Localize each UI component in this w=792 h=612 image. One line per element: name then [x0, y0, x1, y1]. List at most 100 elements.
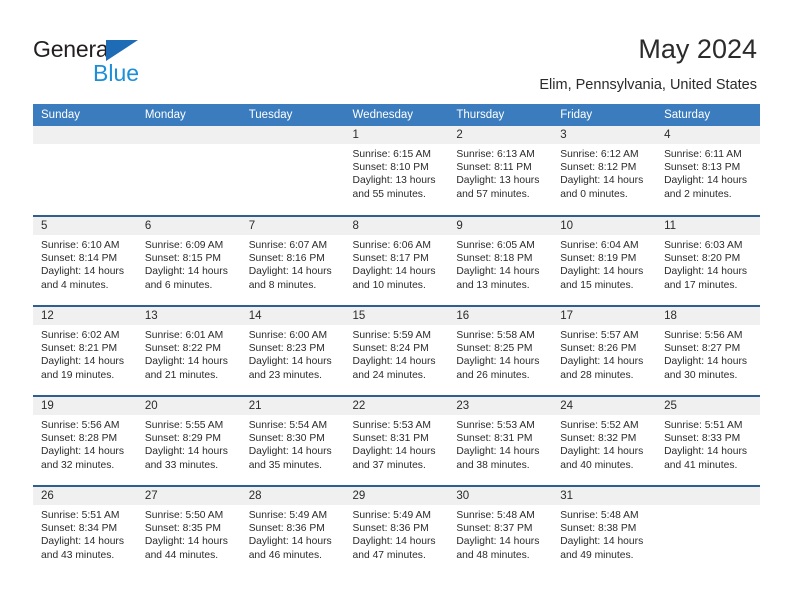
sunset-text: Sunset: 8:37 PM: [456, 523, 533, 535]
daylight-text-line2: and 0 minutes.: [560, 188, 628, 200]
daylight-text-line1: Daylight: 14 hours: [248, 356, 332, 368]
calendar-day-cell[interactable]: 25 Sunrise: 5:51 AM Sunset: 8:33 PM Dayligh…: [656, 395, 760, 486]
calendar-day-cell[interactable]: 9 Sunrise: 6:05 AM Sunset: 8:18 PM Daylight…: [448, 215, 553, 306]
sunset-text: Sunset: 8:31 PM: [456, 433, 533, 445]
day-sun-info: Sunrise: 5:52 AM Sunset: 8:32 PM Daylight:…: [552, 415, 656, 472]
day-sun-info: Sunrise: 5:58 AM Sunset: 8:25 PM Daylight:…: [448, 325, 552, 382]
calendar-day-cell[interactable]: 18 Sunrise: 5:56 AM Sunset: 8:27 PM Dayligh…: [656, 305, 760, 396]
calendar-week-row: 1 Sunrise: 6:15 AM Sunset: 8:10 PM Daylight…: [33, 126, 760, 216]
daylight-text-line2: and 49 minutes.: [560, 549, 634, 561]
calendar-day-cell[interactable]: 23 Sunrise: 5:53 AM Sunset: 8:31 PM Dayligh…: [448, 395, 553, 486]
calendar-day-cell[interactable]: 21 Sunrise: 5:54 AM Sunset: 8:30 PM Dayligh…: [240, 395, 345, 486]
day-sun-info: Sunrise: 6:06 AM Sunset: 8:17 PM Daylight:…: [345, 235, 449, 292]
daylight-text-line1: Daylight: 14 hours: [456, 536, 540, 548]
calendar-day-cell[interactable]: 24 Sunrise: 5:52 AM Sunset: 8:32 PM Dayligh…: [552, 395, 657, 486]
logo-text-blue: Blue: [93, 60, 140, 86]
calendar-header-row: Sunday Monday Tuesday Wednesday Thursday…: [33, 104, 760, 126]
sunrise-text: Sunrise: 5:49 AM: [352, 510, 431, 521]
day-sun-info: Sunrise: 5:53 AM Sunset: 8:31 PM Daylight:…: [448, 415, 552, 472]
page-title: May 2024: [638, 34, 757, 64]
daylight-text-line1: Daylight: 14 hours: [248, 266, 332, 278]
calendar-day-cell[interactable]: 12 Sunrise: 6:02 AM Sunset: 8:21 PM Dayligh…: [33, 305, 137, 396]
daylight-text-line1: Daylight: 13 hours: [352, 175, 436, 187]
sunset-text: Sunset: 8:17 PM: [352, 253, 429, 265]
calendar-day-cell[interactable]: 30 Sunrise: 5:48 AM Sunset: 8:37 PM Dayligh…: [448, 485, 553, 576]
day-sun-info: Sunrise: 6:12 AM Sunset: 8:12 PM Daylight:…: [552, 144, 656, 201]
calendar-day-cell[interactable]: 4 Sunrise: 6:11 AM Sunset: 8:13 PM Daylight…: [656, 126, 760, 216]
weekday-header-tuesday: Tuesday: [240, 104, 345, 126]
calendar-day-cell[interactable]: 20 Sunrise: 5:55 AM Sunset: 8:29 PM Dayligh…: [136, 395, 241, 486]
daylight-text-line2: and 15 minutes.: [560, 279, 634, 291]
calendar-day-cell[interactable]: 26 Sunrise: 5:51 AM Sunset: 8:34 PM Dayligh…: [33, 485, 137, 576]
calendar-day-cell-empty: [33, 126, 137, 216]
sunrise-text: Sunrise: 5:48 AM: [560, 510, 639, 521]
calendar-day-cell[interactable]: 13 Sunrise: 6:01 AM Sunset: 8:22 PM Dayligh…: [136, 305, 241, 396]
logo-text-general: General: [33, 36, 114, 62]
calendar-day-cell[interactable]: 28 Sunrise: 5:49 AM Sunset: 8:36 PM Dayligh…: [240, 485, 345, 576]
calendar-day-cell[interactable]: 5 Sunrise: 6:10 AM Sunset: 8:14 PM Daylight…: [33, 215, 137, 306]
day-number: 8: [344, 217, 449, 235]
daylight-text-line1: Daylight: 14 hours: [456, 356, 540, 368]
sunset-text: Sunset: 8:10 PM: [352, 162, 429, 174]
calendar-day-cell[interactable]: 2 Sunrise: 6:13 AM Sunset: 8:11 PM Daylight…: [448, 126, 553, 216]
calendar-day-cell[interactable]: 22 Sunrise: 5:53 AM Sunset: 8:31 PM Dayligh…: [344, 395, 449, 486]
calendar-day-cell[interactable]: 29 Sunrise: 5:49 AM Sunset: 8:36 PM Dayligh…: [344, 485, 449, 576]
sunset-text: Sunset: 8:33 PM: [664, 433, 741, 445]
weekday-header-thursday: Thursday: [448, 104, 553, 126]
calendar-day-cell[interactable]: 6 Sunrise: 6:09 AM Sunset: 8:15 PM Daylight…: [136, 215, 241, 306]
day-number: 26: [33, 487, 137, 505]
calendar-day-cell[interactable]: 1 Sunrise: 6:15 AM Sunset: 8:10 PM Daylight…: [344, 126, 449, 216]
day-sun-info: Sunrise: 6:11 AM Sunset: 8:13 PM Daylight:…: [656, 144, 760, 201]
day-sun-info: Sunrise: 5:49 AM Sunset: 8:36 PM Daylight:…: [241, 505, 345, 562]
day-number: 9: [448, 217, 553, 235]
daylight-text-line2: and 33 minutes.: [144, 459, 219, 471]
day-number: 7: [240, 217, 345, 235]
daylight-text-line2: and 44 minutes.: [144, 549, 219, 561]
daylight-text-line2: and 26 minutes.: [456, 369, 530, 381]
calendar-week-row: 5 Sunrise: 6:10 AM Sunset: 8:14 PM Daylight…: [33, 215, 760, 306]
calendar-day-cell[interactable]: 10 Sunrise: 6:04 AM Sunset: 8:19 PM Dayligh…: [552, 215, 657, 306]
day-sun-info: Sunrise: 6:13 AM Sunset: 8:11 PM Daylight:…: [448, 144, 552, 201]
sunrise-text: Sunrise: 6:15 AM: [352, 149, 431, 160]
daylight-text-line2: and 57 minutes.: [456, 188, 530, 200]
calendar-day-cell[interactable]: 27 Sunrise: 5:50 AM Sunset: 8:35 PM Dayligh…: [136, 485, 241, 576]
day-number: 24: [552, 397, 657, 415]
daylight-text-line1: Daylight: 14 hours: [41, 446, 124, 458]
daylight-text-line2: and 10 minutes.: [352, 279, 426, 291]
day-sun-info: Sunrise: 5:56 AM Sunset: 8:27 PM Daylight:…: [656, 325, 760, 382]
sunrise-text: Sunrise: 6:07 AM: [248, 240, 328, 251]
daylight-text-line2: and 43 minutes.: [41, 549, 115, 561]
calendar-day-cell[interactable]: 16 Sunrise: 5:58 AM Sunset: 8:25 PM Dayligh…: [448, 305, 553, 396]
page-subtitle-location: Elim, Pennsylvania, United States: [539, 77, 757, 93]
day-sun-info: Sunrise: 6:04 AM Sunset: 8:19 PM Daylight:…: [552, 235, 656, 292]
sunrise-text: Sunrise: 6:11 AM: [664, 149, 742, 160]
day-number: [33, 126, 137, 144]
calendar-day-cell[interactable]: 14 Sunrise: 6:00 AM Sunset: 8:23 PM Dayligh…: [240, 305, 345, 396]
daylight-text-line2: and 13 minutes.: [456, 279, 530, 291]
daylight-text-line1: Daylight: 14 hours: [456, 266, 540, 278]
general-blue-logo[interactable]: General Blue: [33, 36, 213, 92]
daylight-text-line1: Daylight: 14 hours: [144, 266, 228, 278]
calendar-day-cell[interactable]: 8 Sunrise: 6:06 AM Sunset: 8:17 PM Daylight…: [344, 215, 449, 306]
calendar-day-cell[interactable]: 19 Sunrise: 5:56 AM Sunset: 8:28 PM Dayligh…: [33, 395, 137, 486]
day-sun-info: Sunrise: 6:01 AM Sunset: 8:22 PM Daylight:…: [137, 325, 241, 382]
daylight-text-line2: and 41 minutes.: [664, 459, 738, 471]
day-number: 12: [33, 307, 137, 325]
sunrise-text: Sunrise: 5:51 AM: [664, 420, 743, 431]
calendar-day-cell[interactable]: 15 Sunrise: 5:59 AM Sunset: 8:24 PM Dayligh…: [344, 305, 449, 396]
daylight-text-line2: and 46 minutes.: [248, 549, 322, 561]
calendar-day-cell[interactable]: 3 Sunrise: 6:12 AM Sunset: 8:12 PM Daylight…: [552, 126, 657, 216]
calendar-day-cell[interactable]: 17 Sunrise: 5:57 AM Sunset: 8:26 PM Dayligh…: [552, 305, 657, 396]
calendar-day-cell[interactable]: 7 Sunrise: 6:07 AM Sunset: 8:16 PM Daylight…: [240, 215, 345, 306]
day-number: 3: [552, 126, 657, 144]
calendar-page: General Blue May 2024 Elim, Pennsylvania…: [0, 0, 792, 612]
day-number: 18: [656, 307, 760, 325]
calendar-day-cell[interactable]: 31 Sunrise: 5:48 AM Sunset: 8:38 PM Dayligh…: [552, 485, 657, 576]
sunrise-text: Sunrise: 5:49 AM: [248, 510, 328, 521]
sunrise-text: Sunrise: 6:04 AM: [560, 240, 639, 251]
day-number: 28: [240, 487, 345, 505]
day-number: 16: [448, 307, 553, 325]
calendar-day-cell[interactable]: 11 Sunrise: 6:03 AM Sunset: 8:20 PM Dayligh…: [656, 215, 760, 306]
daylight-text-line2: and 30 minutes.: [664, 369, 738, 381]
day-sun-info: Sunrise: 5:48 AM Sunset: 8:38 PM Daylight:…: [552, 505, 656, 562]
